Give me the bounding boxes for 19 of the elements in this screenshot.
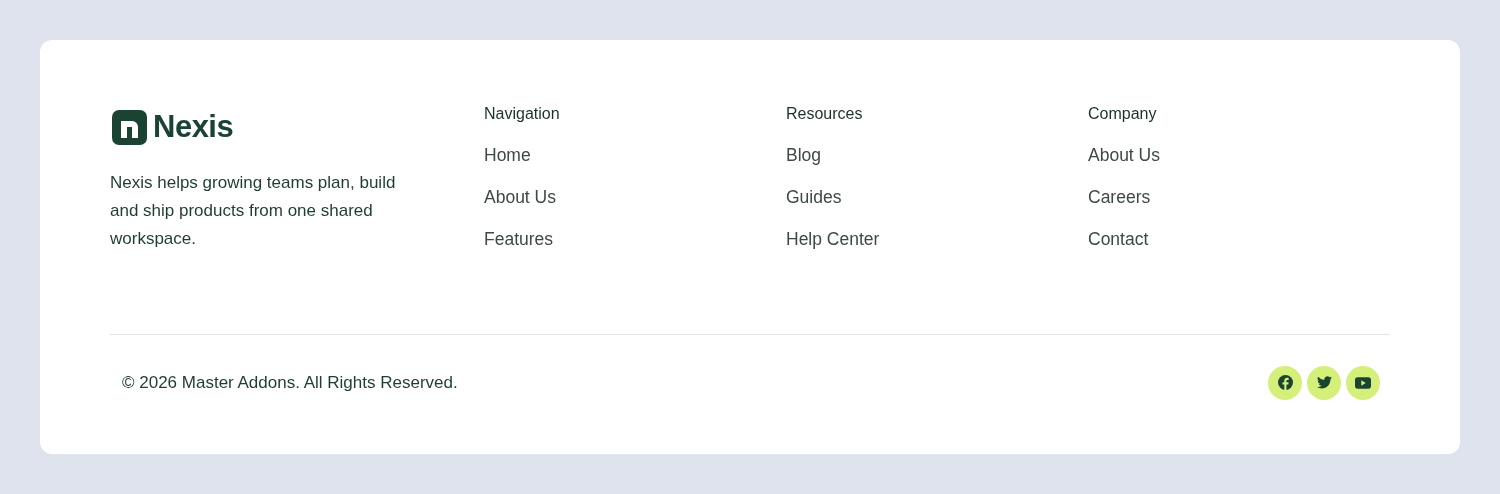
footer-link[interactable]: Home: [484, 134, 531, 176]
twitter-icon[interactable]: [1307, 365, 1341, 400]
logo-icon: [112, 109, 147, 145]
facebook-icon[interactable]: [1268, 365, 1302, 400]
footer-link[interactable]: Guides: [786, 176, 842, 218]
footer-link[interactable]: Blog: [786, 134, 822, 176]
copyright-text: © 2026 Master Addons. All Rights Reserved.: [122, 371, 458, 394]
footer-link[interactable]: Features: [484, 218, 554, 260]
footer-link[interactable]: Contact: [1088, 218, 1149, 260]
brand-name: Nexis: [153, 108, 234, 146]
footer-link[interactable]: About Us: [1088, 134, 1160, 176]
column-heading: Resources: [786, 104, 864, 124]
video-play-icon[interactable]: [1346, 365, 1380, 400]
footer-link[interactable]: Help Center: [786, 218, 880, 260]
brand-tagline: Nexis helps growing teams plan, build and ship products from one shared workspace.: [110, 171, 397, 250]
column-heading: Company: [1088, 104, 1158, 124]
footer-link[interactable]: Careers: [1088, 176, 1151, 218]
column-heading: Navigation: [484, 104, 561, 124]
footer-link[interactable]: About Us: [484, 176, 556, 218]
